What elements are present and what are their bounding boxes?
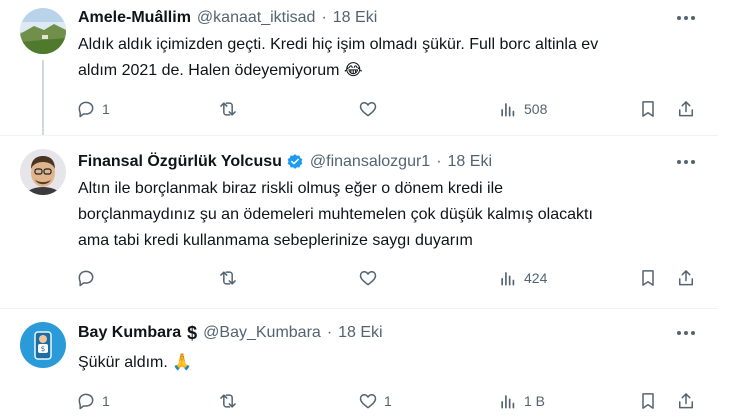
more-icon[interactable] [674, 7, 698, 29]
like-count: 1 [384, 393, 392, 409]
tweet-text: Altın ile borçlanmak biraz riskli olmuş … [78, 176, 688, 254]
bookmark-button[interactable] [638, 263, 658, 293]
tweet-date[interactable]: 18 Eki [338, 322, 382, 344]
avatar[interactable] [20, 8, 66, 54]
avatar[interactable] [20, 149, 66, 195]
action-bar: 1 1 1 B [70, 386, 710, 416]
more-icon[interactable] [674, 322, 698, 344]
verified-badge-icon [287, 154, 303, 169]
retweet-button[interactable] [218, 94, 244, 124]
like-icon [359, 102, 377, 117]
retweet-icon [220, 394, 236, 408]
user-handle[interactable]: @Bay_Kumbara [203, 322, 321, 344]
avatar[interactable]: $ [20, 322, 66, 368]
display-name[interactable]: Bay Kumbara [78, 322, 181, 344]
share-button[interactable] [676, 386, 696, 416]
user-handle[interactable]: @finansalozgur1 [310, 151, 430, 173]
views-button[interactable]: 1 B [498, 386, 545, 416]
reply-icon [78, 393, 94, 410]
views-icon [501, 395, 515, 409]
separator-dot: · [436, 153, 442, 170]
tweet-text-line: Altın ile borçlanmak biraz riskli olmuş … [78, 180, 504, 197]
share-icon [679, 101, 693, 117]
display-name[interactable]: Finansal Özgürlük Yolcusu [78, 151, 282, 173]
bookmark-icon [642, 101, 654, 117]
tweet-header: Bay Kumbara $ @Bay_Kumbara · 18 Eki [78, 322, 383, 344]
reply-button[interactable]: 1 [76, 94, 110, 124]
tweet-date[interactable]: 18 Eki [333, 7, 377, 29]
views-count: 424 [524, 270, 548, 286]
tweet-3[interactable]: $ Bay Kumbara $ @Bay_Kumbara · 18 Eki Şü… [0, 309, 730, 420]
retweet-icon [220, 271, 236, 285]
tweet-1[interactable]: Amele-Muâllim @kanaat_iktisad · 18 Eki A… [0, 0, 730, 135]
user-handle[interactable]: @kanaat_iktisad [197, 7, 316, 29]
bookmark-button[interactable] [638, 94, 658, 124]
retweet-button[interactable] [218, 263, 244, 293]
tweet-header: Finansal Özgürlük Yolcusu @finansalozgur… [78, 151, 492, 173]
display-name[interactable]: Amele-Muâllim [78, 7, 191, 29]
separator-dot: · [321, 9, 327, 26]
like-icon [359, 271, 377, 286]
views-count: 508 [524, 101, 548, 117]
tweet-text-line: aldım 2021 de. Halen ödeyemiyorum 😂 [78, 62, 363, 79]
like-icon [359, 394, 377, 409]
bookmark-icon [642, 393, 654, 409]
tweet-text-line: Şükür aldım. 🙏 [78, 354, 193, 371]
reply-button[interactable] [76, 263, 102, 293]
tweet-text-line: Aldık aldık içimizden geçti. Kredi hiç i… [78, 36, 599, 53]
share-icon [679, 270, 693, 286]
like-button[interactable] [358, 94, 384, 124]
thread-line [42, 60, 44, 135]
reply-count: 1 [102, 101, 110, 117]
reply-icon [78, 270, 94, 287]
bookmark-icon [642, 270, 654, 286]
views-button[interactable]: 424 [498, 263, 547, 293]
share-icon [679, 393, 693, 409]
views-count: 1 B [524, 393, 546, 409]
display-name-suffix: $ [187, 323, 198, 343]
like-button[interactable]: 1 [358, 386, 392, 416]
tweet-text: Aldık aldık içimizden geçti. Kredi hiç i… [78, 32, 688, 84]
reply-button[interactable]: 1 [76, 386, 110, 416]
tweet-date[interactable]: 18 Eki [448, 151, 492, 173]
svg-text:$: $ [41, 345, 45, 353]
views-icon [501, 103, 515, 117]
action-bar: 424 [70, 263, 710, 293]
tweet-text: Şükür aldım. 🙏 [78, 350, 688, 376]
action-bar: 1 508 [70, 94, 710, 124]
share-button[interactable] [676, 94, 696, 124]
views-icon [501, 272, 515, 286]
tweet-text-line: ama tabi kredi kullanmama sebeplerinize … [78, 232, 473, 249]
retweet-icon [220, 102, 236, 116]
more-icon[interactable] [674, 151, 698, 173]
views-button[interactable]: 508 [498, 94, 547, 124]
retweet-button[interactable] [218, 386, 244, 416]
tweet-header: Amele-Muâllim @kanaat_iktisad · 18 Eki [78, 7, 377, 29]
reply-icon [78, 101, 94, 118]
like-button[interactable] [358, 263, 384, 293]
separator-dot: · [326, 324, 333, 341]
share-button[interactable] [676, 263, 696, 293]
tweet-2[interactable]: Finansal Özgürlük Yolcusu @finansalozgur… [0, 136, 730, 308]
tweet-text-line: borçlanmaydınız şu an ödemeleri muhtemel… [78, 206, 593, 223]
reply-count: 1 [102, 393, 110, 409]
bookmark-button[interactable] [638, 386, 658, 416]
